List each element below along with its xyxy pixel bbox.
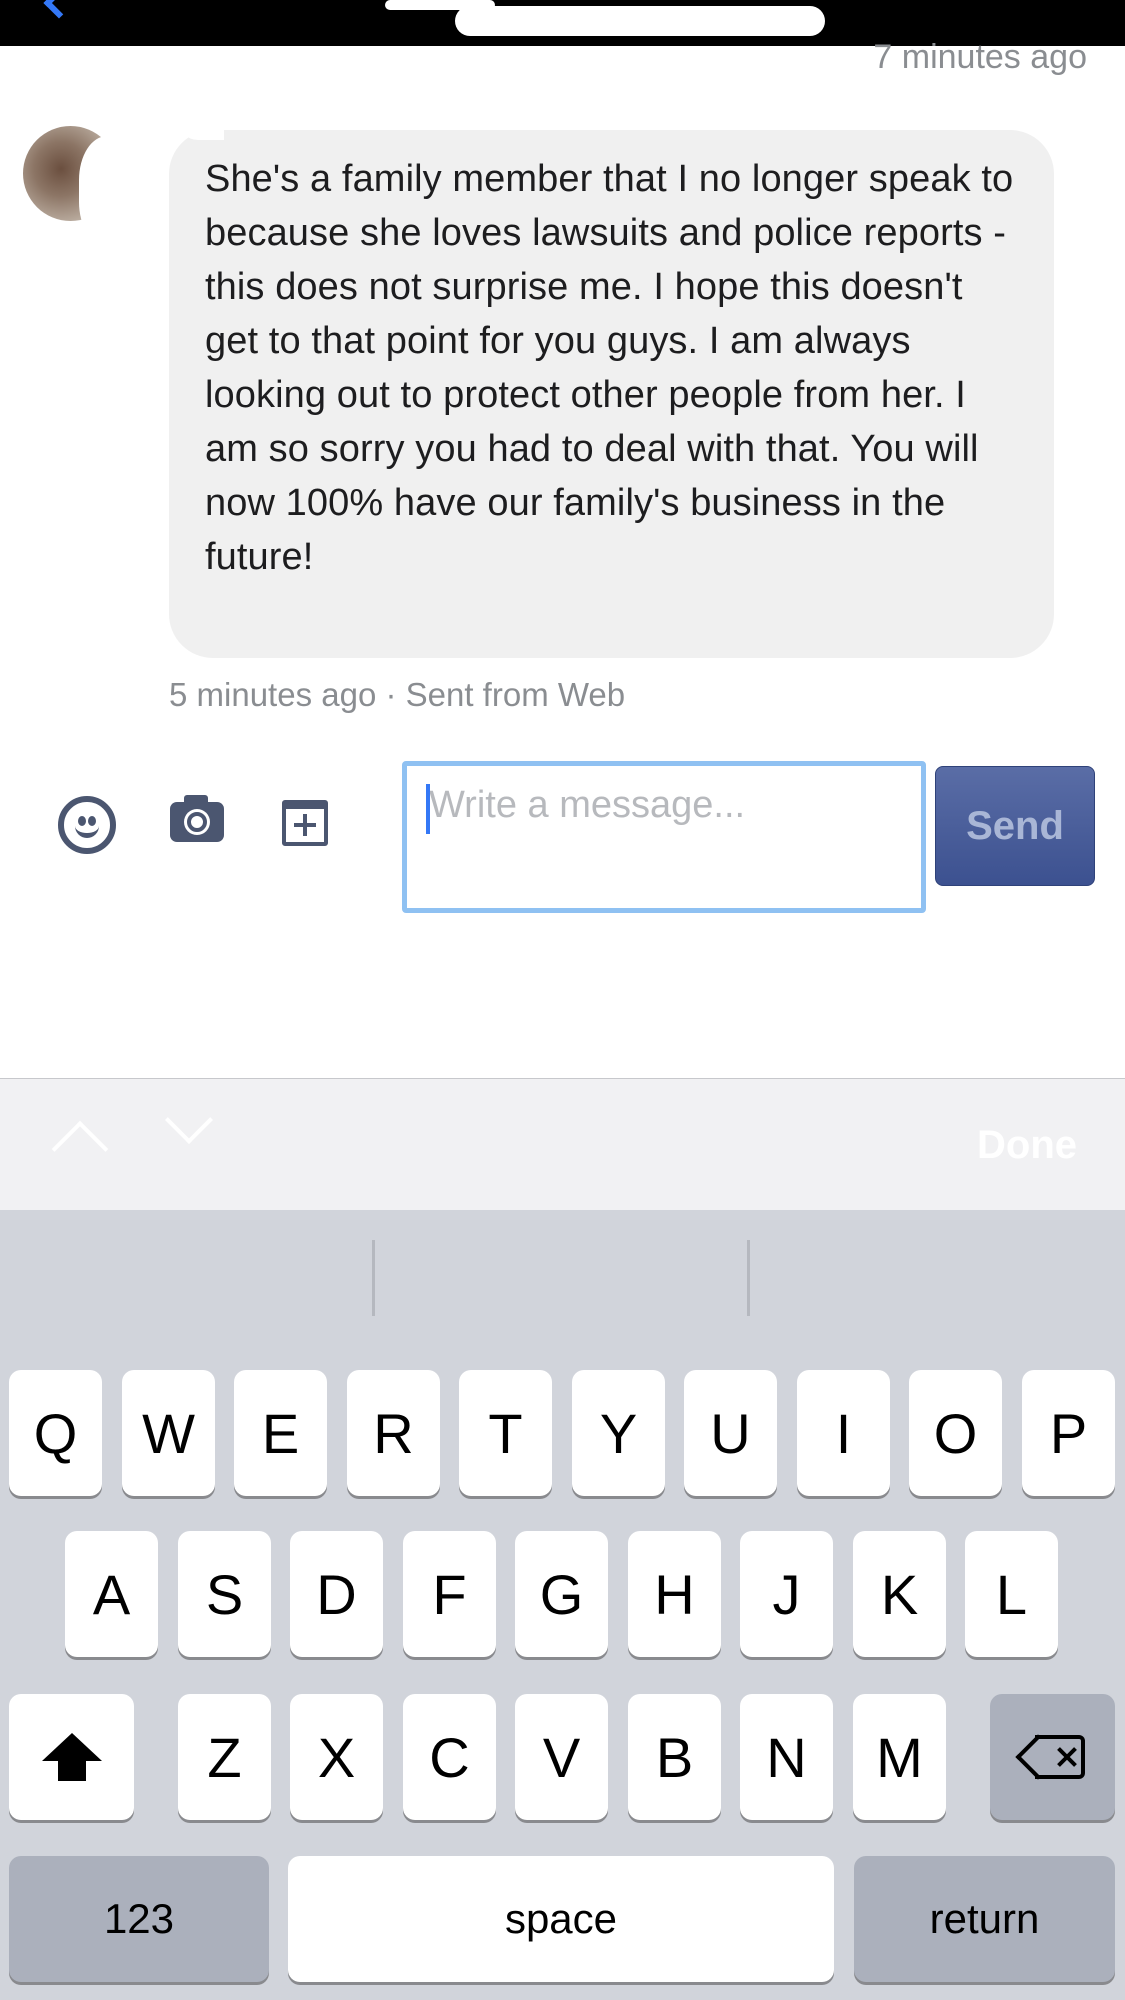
key-p[interactable]: P: [1022, 1370, 1115, 1496]
delete-key[interactable]: [990, 1694, 1115, 1820]
keyboard-accessory-bar: Done: [0, 1078, 1125, 1210]
message-bubble: She's a family member that I no longer s…: [169, 130, 1054, 658]
chevron-up-icon[interactable]: [51, 1120, 109, 1178]
key-l[interactable]: L: [965, 1531, 1058, 1657]
key-f[interactable]: F: [403, 1531, 496, 1657]
previous-message-timestamp: 7 minutes ago: [873, 38, 1087, 76]
key-c[interactable]: C: [403, 1694, 496, 1820]
key-w[interactable]: W: [122, 1370, 215, 1496]
key-o[interactable]: O: [909, 1370, 1002, 1496]
key-e[interactable]: E: [234, 1370, 327, 1496]
key-x[interactable]: X: [290, 1694, 383, 1820]
key-n[interactable]: N: [740, 1694, 833, 1820]
key-h[interactable]: H: [628, 1531, 721, 1657]
bubble-notch: [178, 112, 224, 140]
key-j[interactable]: J: [740, 1531, 833, 1657]
delete-icon: [1014, 1734, 1085, 1780]
message-text: She's a family member that I no longer s…: [205, 158, 1014, 578]
space-key[interactable]: space: [288, 1856, 834, 1982]
key-z[interactable]: Z: [178, 1694, 271, 1820]
numbers-key[interactable]: 123: [9, 1856, 269, 1982]
key-i[interactable]: I: [797, 1370, 890, 1496]
smile-icon[interactable]: [58, 796, 116, 854]
add-media-icon[interactable]: [282, 800, 328, 846]
key-v[interactable]: V: [515, 1694, 608, 1820]
prediction-separator: [372, 1240, 375, 1316]
key-b[interactable]: B: [628, 1694, 721, 1820]
key-m[interactable]: M: [853, 1694, 946, 1820]
camera-lens: [187, 812, 207, 832]
key-r[interactable]: R: [347, 1370, 440, 1496]
plus-vertical: [303, 814, 307, 836]
key-s[interactable]: S: [178, 1531, 271, 1657]
camera-icon[interactable]: [170, 795, 224, 842]
key-a[interactable]: A: [65, 1531, 158, 1657]
text-caret: [426, 784, 430, 834]
key-u[interactable]: U: [684, 1370, 777, 1496]
redacted-title: [455, 6, 825, 36]
avatar-redaction: [79, 136, 149, 246]
back-chevron-icon[interactable]: [43, 0, 75, 19]
smile-mouth: [75, 824, 99, 838]
avatar[interactable]: [23, 126, 149, 246]
shift-icon: [41, 1733, 102, 1781]
message-input[interactable]: [402, 761, 926, 913]
key-q[interactable]: Q: [9, 1370, 102, 1496]
key-d[interactable]: D: [290, 1531, 383, 1657]
send-button[interactable]: Send: [935, 766, 1095, 886]
message-meta: 5 minutes ago · Sent from Web: [169, 676, 626, 713]
key-g[interactable]: G: [515, 1531, 608, 1657]
return-key[interactable]: return: [854, 1856, 1115, 1982]
keyboard: Q W E R T Y U I O P A S D F G H J K L Z …: [0, 1210, 1125, 2000]
shift-key[interactable]: [9, 1694, 134, 1820]
done-button[interactable]: Done: [977, 1123, 1077, 1168]
key-t[interactable]: T: [459, 1370, 552, 1496]
key-k[interactable]: K: [853, 1531, 946, 1657]
key-y[interactable]: Y: [572, 1370, 665, 1496]
prediction-separator: [747, 1240, 750, 1316]
chevron-down-icon[interactable]: [164, 1095, 214, 1145]
